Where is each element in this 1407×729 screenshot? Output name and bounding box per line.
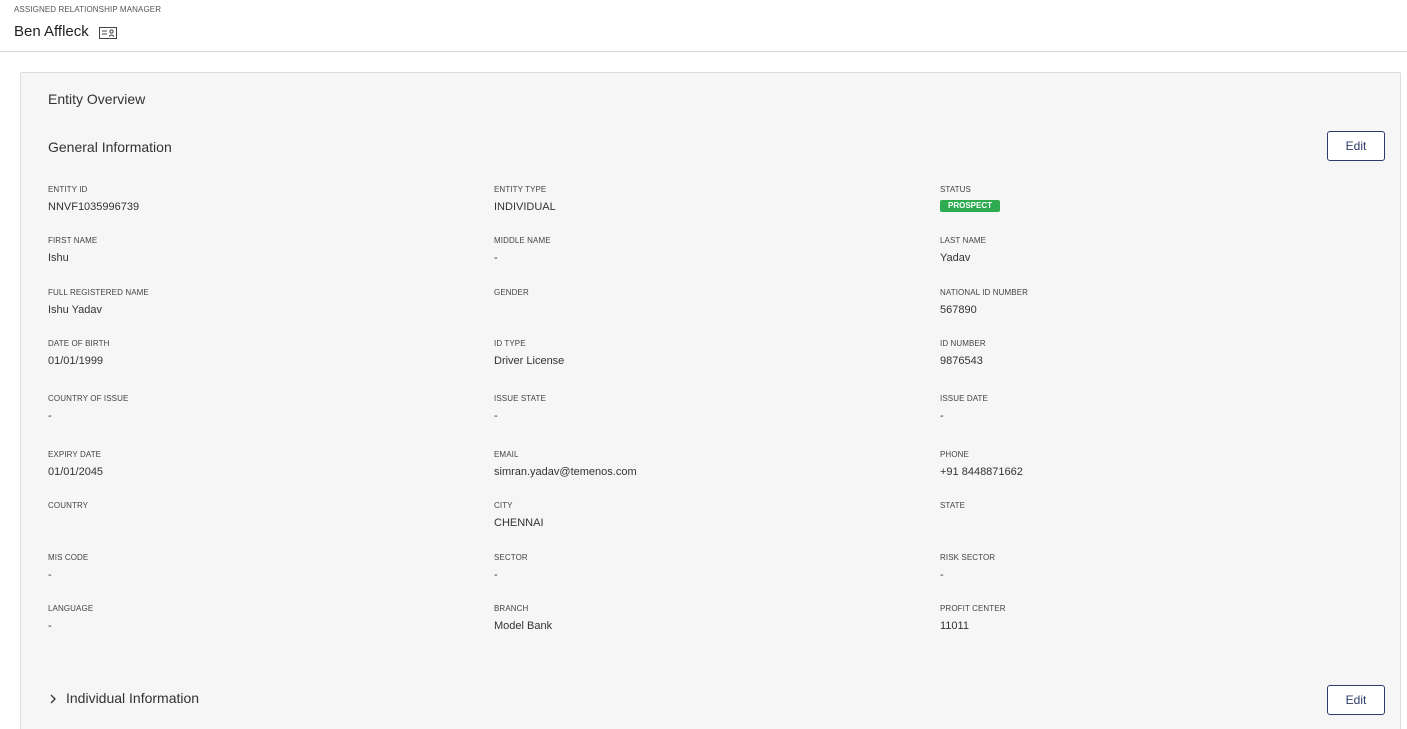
individual-information-title: Individual Information <box>66 690 200 706</box>
field-label: LAST NAME <box>940 236 987 245</box>
status-badge: PROSPECT <box>940 200 1001 212</box>
rm-name: Ben Affleck <box>14 23 89 40</box>
field-id-type: ID TYPE Driver License <box>494 339 894 368</box>
field-value: 01/01/1999 <box>48 355 104 367</box>
field-label: ENTITY TYPE <box>494 185 547 194</box>
relationship-manager-header: ASSIGNED RELATIONSHIP MANAGER Ben Afflec… <box>0 0 1407 52</box>
field-label: ID NUMBER <box>940 339 986 348</box>
contact-card-icon[interactable] <box>98 26 117 39</box>
field-value: +91 8448871662 <box>940 466 1023 478</box>
entity-overview-panel: Entity Overview General Information Edit… <box>20 72 1401 729</box>
field-value <box>48 517 448 530</box>
field-value: INDIVIDUAL <box>494 201 556 213</box>
field-label: PROFIT CENTER <box>940 604 1006 613</box>
field-value: Driver License <box>494 355 565 367</box>
field-label: COUNTRY <box>48 501 89 510</box>
field-label: SECTOR <box>494 553 528 562</box>
field-profit-center: PROFIT CENTER 11011 <box>940 604 1340 633</box>
field-label: EXPIRY DATE <box>48 450 102 459</box>
field-value: - <box>494 569 498 581</box>
individual-information-toggle[interactable]: Individual Information <box>48 690 199 706</box>
field-expiry-date: EXPIRY DATE 01/01/2045 <box>48 450 448 479</box>
field-first-name: FIRST NAME Ishu <box>48 236 448 265</box>
field-label: GENDER <box>494 288 529 297</box>
field-label: ID TYPE <box>494 339 526 348</box>
field-label: ENTITY ID <box>48 185 88 194</box>
field-sector: SECTOR - <box>494 553 894 582</box>
field-state: STATE <box>940 501 1340 530</box>
field-last-name: LAST NAME Yadav <box>940 236 1340 265</box>
field-phone: PHONE +91 8448871662 <box>940 450 1340 479</box>
field-value: 567890 <box>940 304 977 316</box>
field-label: LANGUAGE <box>48 604 94 613</box>
field-value: - <box>940 410 944 422</box>
field-label: DATE OF BIRTH <box>48 339 110 348</box>
field-value: NNVF1035996739 <box>48 201 140 213</box>
field-label: STATE <box>940 501 966 510</box>
field-value: - <box>48 569 52 581</box>
field-country: COUNTRY <box>48 501 448 530</box>
field-issue-date: ISSUE DATE - <box>940 394 1340 423</box>
field-language: LANGUAGE - <box>48 604 448 633</box>
field-value: 01/01/2045 <box>48 466 104 478</box>
field-value: - <box>494 410 498 422</box>
field-value: - <box>48 620 52 632</box>
field-national-id-number: NATIONAL ID NUMBER 567890 <box>940 288 1340 317</box>
field-label: BRANCH <box>494 604 529 613</box>
field-country-of-issue: COUNTRY OF ISSUE - <box>48 394 448 423</box>
field-label: NATIONAL ID NUMBER <box>940 288 1029 297</box>
field-middle-name: MIDDLE NAME - <box>494 236 894 265</box>
field-email: EMAIL simran.yadav@temenos.com <box>494 450 894 479</box>
field-label: PHONE <box>940 450 969 459</box>
field-value: CHENNAI <box>494 517 544 529</box>
chevron-right-icon <box>48 692 58 704</box>
field-entity-type: ENTITY TYPE INDIVIDUAL <box>494 185 894 214</box>
field-value: 11011 <box>940 620 969 632</box>
field-label: CITY <box>494 501 513 510</box>
field-value: - <box>494 252 498 264</box>
field-label: MIDDLE NAME <box>494 236 551 245</box>
edit-individual-button[interactable]: Edit <box>1327 685 1385 715</box>
edit-general-button[interactable]: Edit <box>1327 131 1385 161</box>
field-value: - <box>940 569 944 581</box>
field-value <box>494 304 894 317</box>
field-value: Model Bank <box>494 620 553 632</box>
panel-title: Entity Overview <box>48 91 146 107</box>
rm-label: ASSIGNED RELATIONSHIP MANAGER <box>14 5 162 14</box>
field-value <box>940 517 1340 530</box>
field-value: Ishu <box>48 252 69 264</box>
field-label: RISK SECTOR <box>940 553 996 562</box>
field-city: CITY CHENNAI <box>494 501 894 530</box>
field-label: EMAIL <box>494 450 519 459</box>
field-branch: BRANCH Model Bank <box>494 604 894 633</box>
field-value: Ishu Yadav <box>48 304 103 316</box>
field-status: STATUS PROSPECT <box>940 185 1340 213</box>
field-id-number: ID NUMBER 9876543 <box>940 339 1340 368</box>
field-value: 9876543 <box>940 355 983 367</box>
field-label: FULL REGISTERED NAME <box>48 288 149 297</box>
field-label: FIRST NAME <box>48 236 98 245</box>
field-gender: GENDER <box>494 288 894 317</box>
rm-name-row: Ben Affleck <box>14 23 117 40</box>
field-entity-id: ENTITY ID NNVF1035996739 <box>48 185 448 214</box>
field-label: MIS CODE <box>48 553 89 562</box>
field-label: COUNTRY OF ISSUE <box>48 394 129 403</box>
field-issue-state: ISSUE STATE - <box>494 394 894 423</box>
field-date-of-birth: DATE OF BIRTH 01/01/1999 <box>48 339 448 368</box>
field-label: ISSUE STATE <box>494 394 546 403</box>
field-mis-code: MIS CODE - <box>48 553 448 582</box>
general-information-title: General Information <box>48 139 172 155</box>
field-label: STATUS <box>940 185 971 194</box>
field-value: - <box>48 410 52 422</box>
field-value: simran.yadav@temenos.com <box>494 466 637 478</box>
field-value: Yadav <box>940 252 971 264</box>
field-full-registered-name: FULL REGISTERED NAME Ishu Yadav <box>48 288 448 317</box>
field-risk-sector: RISK SECTOR - <box>940 553 1340 582</box>
field-label: ISSUE DATE <box>940 394 988 403</box>
